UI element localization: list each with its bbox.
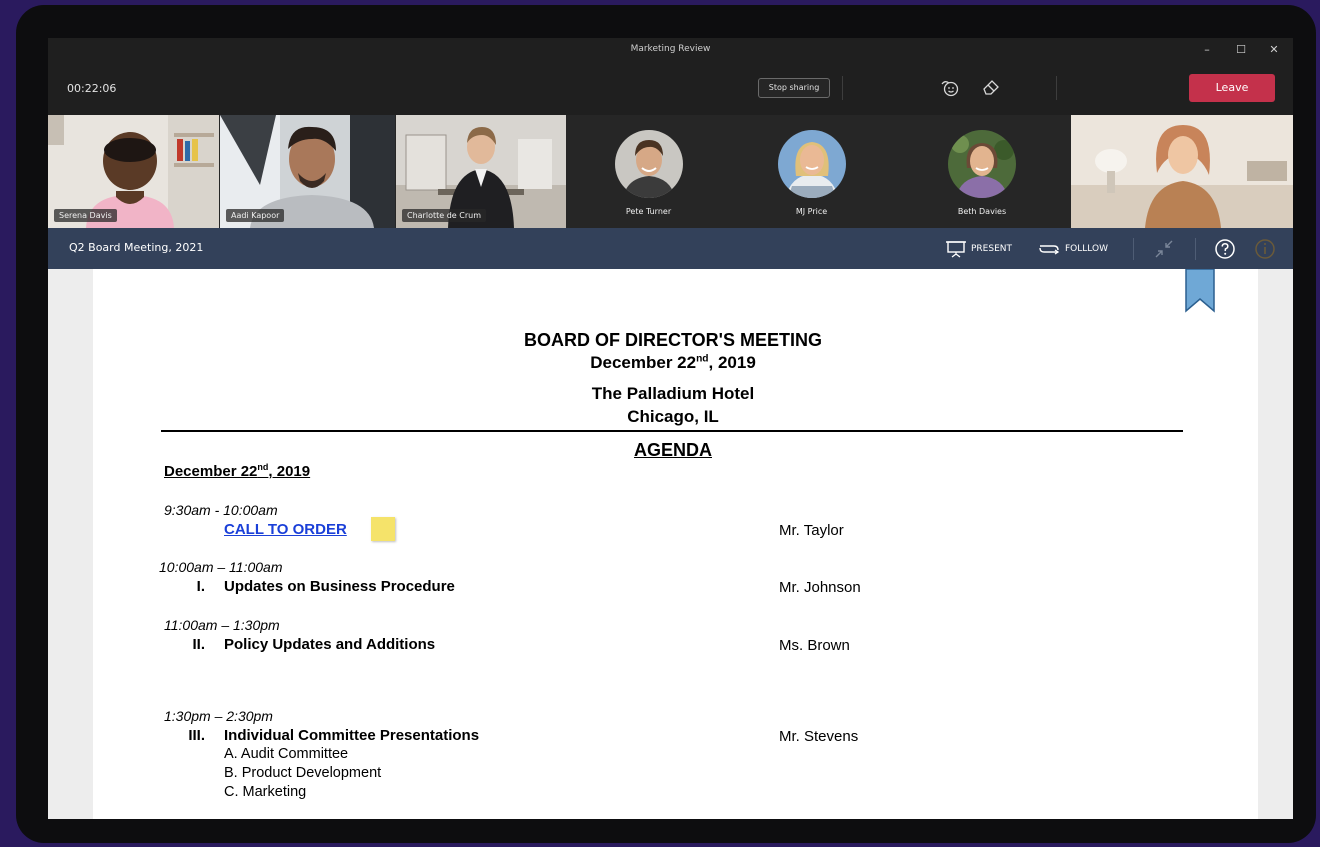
agenda-item-number: I. (196, 578, 205, 595)
participant-strip: Serena Davis Aadi Kapoor Charlotte de Cr… (48, 115, 1293, 228)
shared-document-title: Q2 Board Meeting, 2021 (69, 241, 204, 254)
title-bar: Marketing Review – ☐ ✕ (48, 38, 1293, 62)
window-title: Marketing Review (630, 44, 711, 54)
eraser-icon[interactable] (980, 77, 1002, 99)
document-date-suffix: nd (696, 353, 709, 365)
meeting-window: Marketing Review – ☐ ✕ 00:22:06 Stop sha… (48, 38, 1293, 819)
follow-icon (1039, 245, 1060, 255)
document-date: December 22nd, 2019 (93, 353, 1253, 373)
toolbar-divider (842, 76, 843, 100)
present-button[interactable]: PRESENT (946, 238, 1012, 260)
avatar (777, 130, 846, 198)
leave-button[interactable]: Leave (1189, 74, 1275, 102)
agenda-item-speaker: Mr. Stevens (779, 728, 859, 745)
maximize-button[interactable]: ☐ (1228, 41, 1254, 59)
avatar (948, 130, 1016, 198)
agenda-date: December 22nd, 2019 (164, 462, 310, 480)
toolbar-divider (1056, 76, 1057, 100)
reactions-icon[interactable] (938, 77, 960, 99)
agenda-item-number: III. (188, 727, 205, 744)
follow-label: FOLLLOW (1065, 244, 1108, 254)
collapse-icon[interactable] (1152, 237, 1176, 261)
agenda-item-time: 10:00am – 11:00am (159, 559, 283, 575)
participant-tile[interactable]: Serena Davis (48, 115, 219, 228)
shared-content-bar: Q2 Board Meeting, 2021 PRESENT FOLLLOW (48, 228, 1293, 269)
document-date-day: December 22 (590, 353, 697, 372)
participant-name: MJ Price (795, 207, 828, 216)
participant-tile[interactable] (1071, 115, 1293, 228)
document-venue: The Palladium Hotel (591, 384, 755, 403)
agenda-subitem: B. Product Development (224, 765, 382, 781)
heading-rule (161, 430, 1183, 432)
call-to-order-link[interactable]: CALL TO ORDER (224, 521, 347, 538)
participant-video (1071, 115, 1293, 228)
participant-name: Beth Davies (957, 207, 1007, 216)
agenda-item-time: 1:30pm – 2:30pm (164, 708, 273, 724)
agenda-date-day: December 22 (164, 463, 258, 480)
agenda-heading: AGENDA (633, 440, 712, 460)
bookmark-icon[interactable] (1184, 269, 1216, 313)
present-label: PRESENT (971, 244, 1012, 254)
participant-tile[interactable]: Beth Davies (893, 115, 1071, 228)
agenda-subitem: A. Audit Committee (224, 746, 349, 762)
agenda-item-title: Individual Committee Presentations (224, 727, 480, 744)
participant-name: Charlotte de Crum (402, 209, 486, 222)
content-bar-divider (1195, 238, 1196, 260)
agenda-document: BOARD OF DIRECTOR'S MEETING December 22n… (93, 269, 1258, 819)
agenda-item-speaker: Mr. Johnson (779, 579, 861, 596)
follow-button[interactable]: FOLLLOW (1038, 238, 1108, 260)
agenda-item-speaker: Mr. Taylor (779, 522, 844, 539)
info-icon[interactable] (1253, 237, 1277, 261)
close-window-button[interactable]: ✕ (1261, 41, 1287, 59)
agenda-subitem: C. Marketing (224, 784, 307, 800)
document-date-year: , 2019 (708, 353, 756, 372)
agenda-item-time: 9:30am - 10:00am (164, 502, 278, 518)
meeting-toolbar: 00:22:06 Stop sharing Leave (48, 62, 1293, 115)
content-bar-divider (1133, 238, 1134, 260)
participant-tile[interactable]: Pete Turner (567, 115, 730, 228)
minimize-button[interactable]: – (1194, 41, 1220, 59)
help-icon[interactable] (1213, 237, 1237, 261)
present-icon (946, 241, 966, 258)
avatar (614, 130, 683, 198)
participant-tile[interactable]: Charlotte de Crum (396, 115, 566, 228)
participant-name: Serena Davis (54, 209, 117, 222)
stop-sharing-button[interactable]: Stop sharing (758, 78, 830, 98)
document-city: Chicago, IL (627, 407, 719, 426)
call-timer: 00:22:06 (67, 82, 117, 95)
document-heading: BOARD OF DIRECTOR'S MEETING (524, 330, 822, 350)
agenda-item-time: 11:00am – 1:30pm (164, 617, 280, 633)
agenda-date-year: , 2019 (268, 463, 311, 480)
agenda-item-title: Updates on Business Procedure (224, 578, 455, 595)
agenda-item-number: II. (192, 636, 205, 653)
shared-document-page[interactable]: BOARD OF DIRECTOR'S MEETING December 22n… (93, 269, 1258, 819)
agenda-item-title: Policy Updates and Additions (224, 636, 436, 653)
participant-name: Aadi Kapoor (226, 209, 285, 222)
sticky-note-icon[interactable] (371, 517, 395, 541)
participant-tile[interactable]: MJ Price (730, 115, 893, 228)
participant-name: Pete Turner (625, 207, 672, 216)
participant-tile[interactable]: Aadi Kapoor (220, 115, 395, 228)
agenda-date-suffix: nd (257, 462, 269, 472)
agenda-item-speaker: Ms. Brown (779, 637, 850, 654)
